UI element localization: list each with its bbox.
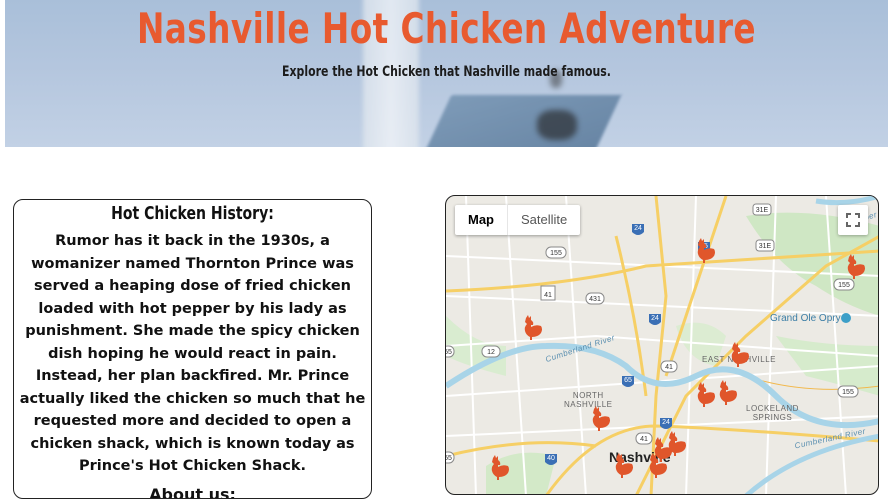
chicken-pin-icon[interactable] [694, 237, 720, 263]
map-widget[interactable]: 155 31E 31E 155 155 431 41 24 24 24 65 6… [445, 195, 879, 495]
chicken-pin-icon[interactable] [612, 452, 638, 478]
svg-text:31E: 31E [759, 243, 772, 250]
route-shield: 55 [446, 346, 454, 357]
chicken-pin-icon[interactable] [488, 454, 514, 480]
route-shield: 155 [834, 279, 854, 290]
route-shield: 31E [753, 204, 771, 215]
route-shield: 155 [838, 386, 858, 397]
svg-text:24: 24 [634, 225, 642, 232]
page-title: Nashville Hot Chicken Adventure [102, 4, 791, 53]
page-subtitle: Explore the Hot Chicken that Nashville m… [102, 64, 791, 80]
route-shield: 40 [545, 454, 557, 465]
route-shield: 24 [660, 418, 672, 429]
route-shield: 24 [632, 224, 644, 235]
svg-text:431: 431 [589, 296, 601, 303]
route-shield: 55 [446, 452, 454, 463]
route-shield: 41 [661, 361, 677, 372]
svg-text:65: 65 [624, 377, 632, 384]
route-shield: 431 [586, 293, 604, 304]
map-type-satellite-button[interactable]: Satellite [508, 205, 580, 235]
banner-background-roof [419, 95, 622, 147]
chicken-pin-icon[interactable] [589, 405, 615, 431]
map-type-map-button[interactable]: Map [455, 205, 507, 235]
fullscreen-button[interactable] [838, 205, 868, 235]
svg-text:12: 12 [487, 349, 495, 356]
svg-text:24: 24 [662, 419, 670, 426]
svg-text:40: 40 [547, 455, 555, 462]
svg-text:55: 55 [446, 455, 452, 462]
history-text: Rumor has it back in the 1930s, a womani… [18, 230, 367, 478]
svg-text:41: 41 [665, 364, 673, 371]
map-type-control: Map Satellite [455, 205, 580, 235]
chicken-pin-icon[interactable] [716, 379, 742, 405]
route-shield: 41 [636, 433, 652, 444]
svg-text:41: 41 [544, 292, 552, 299]
chicken-pin-icon[interactable] [646, 452, 672, 478]
history-card: Hot Chicken History: Rumor has it back i… [13, 199, 372, 499]
route-shield: 65 [622, 376, 634, 387]
svg-text:31E: 31E [756, 207, 769, 214]
svg-text:155: 155 [838, 282, 850, 289]
chicken-pin-icon[interactable] [728, 341, 754, 367]
svg-text:55: 55 [446, 349, 452, 356]
map-label-grand-ole-opry[interactable]: Grand Ole Opry [770, 313, 841, 324]
svg-text:24: 24 [651, 315, 659, 322]
svg-text:155: 155 [550, 250, 562, 257]
route-shield: 155 [546, 247, 566, 258]
banner-background-shape [537, 110, 577, 140]
chicken-pin-icon[interactable] [521, 314, 547, 340]
about-heading: About us: [14, 485, 371, 499]
history-heading: Hot Chicken History: [53, 200, 331, 224]
svg-text:41: 41 [640, 436, 648, 443]
map-label-lockeland-springs: LOCKELAND SPRINGS [746, 404, 799, 422]
route-shield: 31E [756, 240, 774, 251]
svg-text:155: 155 [842, 389, 854, 396]
route-shield: 12 [482, 346, 500, 357]
route-shield: 41 [541, 286, 555, 300]
route-shield: 24 [649, 314, 661, 325]
opry-marker-icon[interactable] [841, 313, 851, 323]
chicken-pin-icon[interactable] [844, 253, 870, 279]
header-banner: Nashville Hot Chicken Adventure Explore … [5, 0, 888, 147]
fullscreen-icon [838, 205, 868, 235]
